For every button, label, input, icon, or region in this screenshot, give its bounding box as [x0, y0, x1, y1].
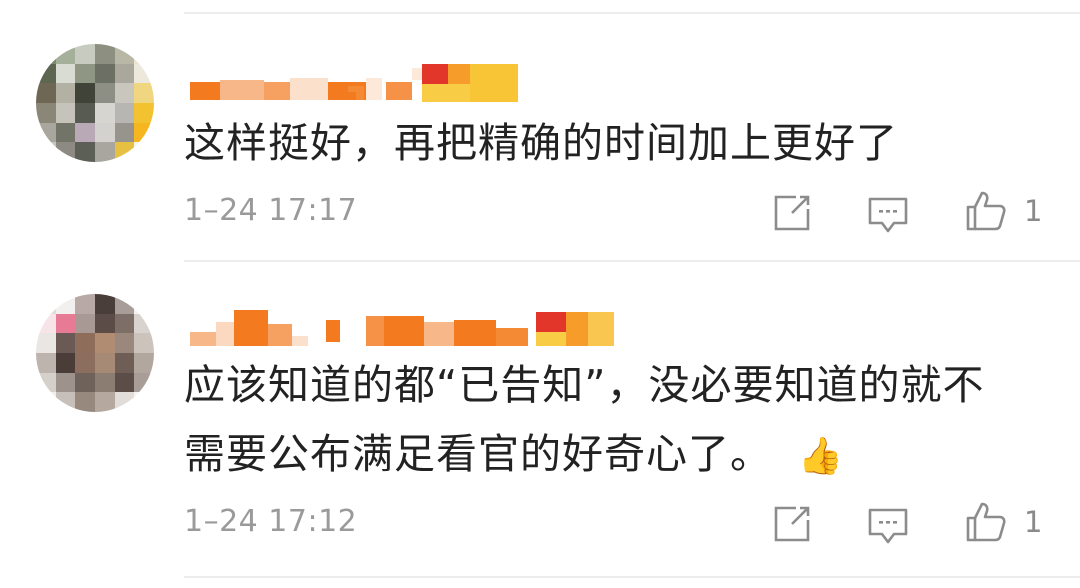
- divider-top: [184, 12, 1080, 14]
- comment-icon[interactable]: [866, 193, 910, 237]
- username-mosaic[interactable]: [190, 310, 620, 350]
- avatar[interactable]: [36, 44, 154, 162]
- thumbs-up-emoji: 👍: [798, 436, 844, 477]
- comment-icon[interactable]: [866, 504, 910, 548]
- forward-icon[interactable]: [770, 502, 814, 546]
- like-count: 1: [1024, 194, 1043, 228]
- divider-middle: [184, 260, 1080, 262]
- divider-bottom: [184, 576, 1080, 578]
- comment-time: 1–24 17:17: [184, 193, 358, 228]
- comment-text-line2: 需要公布满足看官的好奇心了。 👍: [184, 421, 844, 490]
- like-icon[interactable]: [964, 500, 1008, 544]
- forward-icon[interactable]: [770, 191, 814, 235]
- comment-text-line2-content: 需要公布满足看官的好奇心了。: [184, 430, 772, 478]
- comment-text: 这样挺好，再把精确的时间加上更好了: [184, 119, 898, 167]
- avatar[interactable]: [36, 294, 154, 412]
- like-count: 1: [1024, 505, 1043, 539]
- comment-time: 1–24 17:12: [184, 504, 358, 539]
- username-mosaic[interactable]: [190, 62, 520, 102]
- like-icon[interactable]: [964, 189, 1008, 233]
- comment-text: 应该知道的都“已告知”，没必要知道的就不: [184, 361, 985, 409]
